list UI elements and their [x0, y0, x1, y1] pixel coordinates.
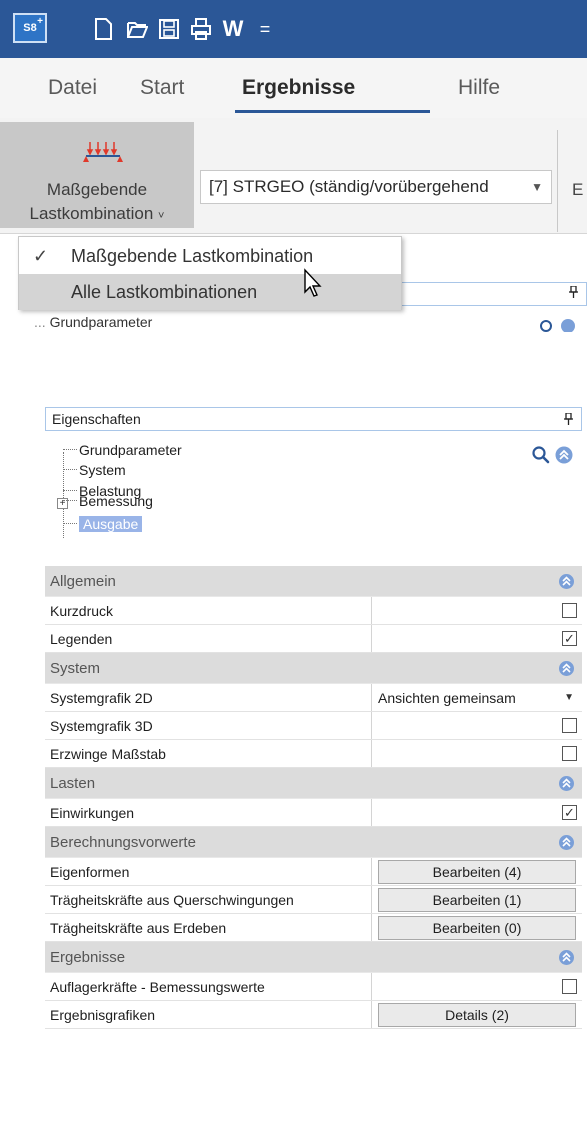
next-ribbon-group-label[interactable]: E [572, 180, 583, 200]
property-row-einwirkungen: Einwirkungen ✓ [45, 799, 582, 827]
customize-qat-icon[interactable]: = [250, 14, 280, 44]
lastkombination-dropdown-menu: ✓ Maßgebende Lastkombination Alle Lastko… [18, 236, 402, 310]
check-icon: ✓ [33, 246, 49, 266]
ribbon-screenshot: S8 + W = Datei Start Ergebnisse Hilfe Ma… [0, 0, 587, 332]
new-file-icon[interactable] [88, 14, 118, 44]
category-lasten[interactable]: Lasten [45, 768, 582, 799]
print-icon[interactable] [186, 14, 216, 44]
button-label-line1: Maßgebende [46, 180, 148, 199]
tree-tools-partial [540, 319, 575, 332]
dropdown-arrow-icon[interactable]: ▼ [531, 171, 543, 203]
category-system[interactable]: System [45, 653, 582, 684]
massgebende-lastkombination-button[interactable]: Maßgebende Lastkombination ˅ [0, 122, 194, 228]
word-export-icon[interactable]: W [218, 14, 248, 44]
ergebnisgrafiken-details-button[interactable]: Details (2) [378, 1003, 576, 1027]
erzwinge-massstab-checkbox[interactable] [562, 746, 577, 761]
chevron-down-icon: ˅ [158, 210, 165, 222]
load-combination-combo[interactable]: [7] STRGEO (ständig/vorübergehend ▼ [200, 170, 552, 204]
tree-item-grundparameter[interactable]: Grundparameter [63, 440, 182, 460]
kurzdruck-checkbox[interactable] [562, 603, 577, 618]
collapse-all-icon[interactable] [555, 446, 573, 464]
tab-datei[interactable]: Datei [48, 76, 97, 100]
systemgrafik-2d-select[interactable]: Ansichten gemeinsam ▼ [372, 684, 582, 712]
tree-item-ausgabe[interactable]: Ausgabe [63, 514, 143, 534]
tab-ergebnisse[interactable]: Ergebnisse [242, 76, 355, 100]
open-folder-icon[interactable] [122, 14, 152, 44]
search-icon[interactable] [531, 445, 551, 465]
property-row-kurzdruck: Kurzdruck [45, 597, 582, 625]
save-icon[interactable] [154, 14, 184, 44]
pin-icon[interactable] [569, 285, 578, 301]
property-row-legenden: Legenden ✓ [45, 625, 582, 653]
tree-item-system[interactable]: System [63, 460, 126, 480]
property-row-eigenformen: Eigenformen Bearbeiten (4) [45, 858, 582, 886]
menu-item-massgebende[interactable]: ✓ Maßgebende Lastkombination [19, 238, 401, 274]
auflagerkraefte-checkbox[interactable] [562, 979, 577, 994]
title-bar: S8 + W = [0, 0, 587, 58]
menu-item-alle[interactable]: Alle Lastkombinationen [19, 274, 401, 310]
load-combination-icon [83, 142, 123, 162]
property-row-systemgrafik-2d: Systemgrafik 2D Ansichten gemeinsam ▼ [45, 684, 582, 712]
tree-item-bemessung[interactable]: Bemessung [63, 491, 153, 511]
property-row-traegheit-quer: Trägheitskräfte aus Querschwingungen Bea… [45, 886, 582, 914]
tab-start[interactable]: Start [140, 76, 184, 100]
ribbon: Maßgebende Lastkombination ˅ [7] STRGEO … [0, 118, 587, 234]
collapse-icon[interactable] [559, 661, 574, 676]
category-ergebnisse[interactable]: Ergebnisse [45, 942, 582, 973]
collapse-icon[interactable] [559, 574, 574, 589]
systemgrafik-3d-checkbox[interactable] [562, 718, 577, 733]
panel-title: Eigenschaften [52, 411, 141, 427]
mouse-cursor-icon [304, 268, 322, 297]
collapse-icon[interactable] [559, 950, 574, 965]
pin-icon[interactable] [564, 408, 573, 431]
property-row-traegheit-erdbeben: Trägheitskräfte aus Erdeben Bearbeiten (… [45, 914, 582, 942]
legenden-checkbox[interactable]: ✓ [562, 631, 577, 646]
einwirkungen-checkbox[interactable]: ✓ [562, 805, 577, 820]
tree-item-partial: ... Grundparameter [34, 314, 153, 330]
active-tab-indicator [235, 110, 430, 113]
ribbon-group-separator [557, 130, 558, 232]
eigenformen-edit-button[interactable]: Bearbeiten (4) [378, 860, 576, 884]
button-label-line2: Lastkombination ˅ [29, 204, 165, 223]
category-allgemein[interactable]: Allgemein [45, 566, 582, 597]
menu-bar: Datei Start Ergebnisse Hilfe [0, 58, 587, 118]
collapse-icon[interactable] [559, 835, 574, 850]
app-logo[interactable]: S8 + [13, 13, 47, 43]
category-berechnungsvorwerte[interactable]: Berechnungsvorwerte [45, 827, 582, 858]
property-row-systemgrafik-3d: Systemgrafik 3D [45, 712, 582, 740]
properties-panel-header: Eigenschaften [45, 407, 582, 431]
dropdown-arrow-icon[interactable]: ▼ [564, 684, 574, 712]
property-row-erzwinge-massstab: Erzwinge Maßstab [45, 740, 582, 768]
collapse-icon[interactable] [559, 776, 574, 791]
property-grid: Allgemein Kurzdruck Legenden ✓ System Sy… [45, 566, 582, 1029]
traegheit-erdbeben-edit-button[interactable]: Bearbeiten (0) [378, 916, 576, 940]
tab-hilfe[interactable]: Hilfe [458, 76, 500, 100]
property-row-auflagerkraefte: Auflagerkräfte - Bemessungswerte [45, 973, 582, 1001]
property-row-ergebnisgrafiken: Ergebnisgrafiken Details (2) [45, 1001, 582, 1029]
traegheit-quer-edit-button[interactable]: Bearbeiten (1) [378, 888, 576, 912]
